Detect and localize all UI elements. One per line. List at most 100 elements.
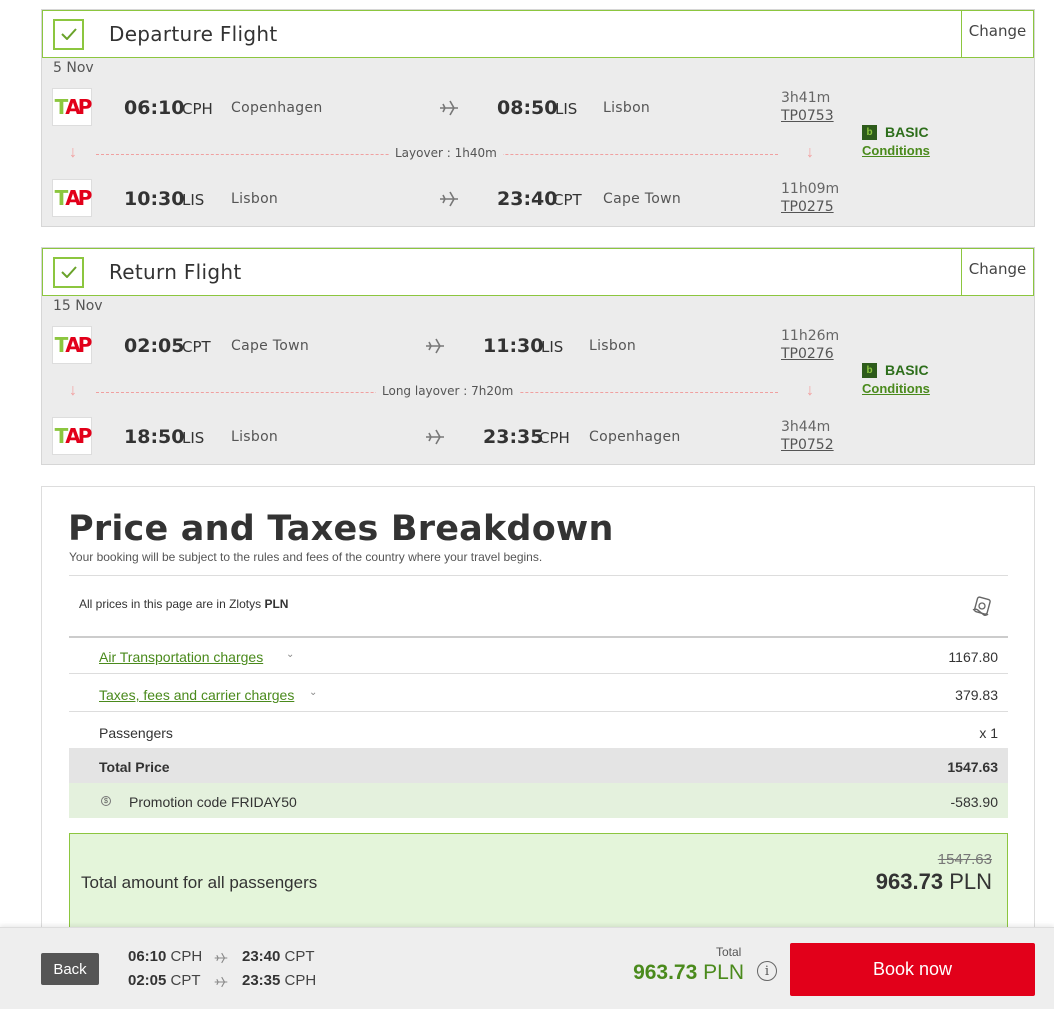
currency-code: PLN bbox=[264, 597, 289, 611]
plane-icon bbox=[440, 191, 458, 207]
chevron-down-icon[interactable]: ⌄ bbox=[309, 687, 317, 698]
currency-note-text: All prices in this page are in Zlotys bbox=[79, 597, 262, 611]
summary-code: CPH bbox=[284, 972, 317, 989]
departure-flight-block: Departure Flight Change 5 Nov TAP 06:10 … bbox=[41, 9, 1035, 227]
taxes-value: 379.83 bbox=[955, 687, 998, 703]
layover-duration: Long layover : 7h20m bbox=[376, 384, 520, 398]
summary-time: 23:40 bbox=[242, 948, 281, 965]
arrival-time: 08:50 bbox=[497, 97, 558, 119]
arrival-city: Copenhagen bbox=[589, 429, 681, 445]
chevron-down-icon[interactable]: ⌄ bbox=[286, 649, 294, 660]
arrival-city: Cape Town bbox=[603, 191, 682, 207]
price-row-promo: $ Promotion code FRIDAY50 -583.90 bbox=[69, 783, 1008, 818]
departure-time: 02:05 bbox=[124, 335, 185, 357]
return-flight-header: Return Flight Change bbox=[42, 248, 1034, 296]
return-flight-block: Return Flight Change 15 Nov TAP 02:05 CP… bbox=[41, 247, 1035, 465]
arrival-time: 23:40 bbox=[497, 188, 558, 210]
summary-time: 02:05 bbox=[128, 972, 167, 989]
promo-label: Promotion code FRIDAY50 bbox=[129, 794, 297, 810]
plane-icon bbox=[214, 952, 228, 964]
flight-number-link[interactable]: TP0752 bbox=[781, 437, 834, 453]
return-date: 15 Nov bbox=[53, 298, 103, 314]
fare-info: b BASIC Conditions bbox=[862, 362, 930, 396]
flight-segment: TAP 18:50 LIS Lisbon 23:35 CPH Copenhage… bbox=[42, 417, 1034, 457]
price-row-total: Total Price 1547.63 bbox=[69, 748, 1008, 783]
return-summary-arrival: 23:35 CPH bbox=[242, 972, 316, 989]
price-row-air-transport[interactable]: Air Transportation charges ⌄ 1167.80 bbox=[69, 638, 1008, 674]
departure-airport-code: CPT bbox=[182, 338, 211, 356]
departure-city: Cape Town bbox=[231, 338, 310, 354]
price-breakdown-panel: Price and Taxes Breakdown Your booking w… bbox=[41, 486, 1035, 947]
coin-icon: $ bbox=[101, 796, 111, 806]
arrow-down-icon: ↓ bbox=[69, 382, 77, 399]
price-breakdown-title: Price and Taxes Breakdown bbox=[68, 509, 614, 549]
flight-number-link[interactable]: TP0753 bbox=[781, 108, 834, 124]
flight-segment: TAP 10:30 LIS Lisbon 23:40 CPT Cape Town… bbox=[42, 179, 1034, 219]
back-button[interactable]: Back bbox=[41, 953, 99, 985]
summary-code: CPT bbox=[170, 972, 201, 989]
promo-value: -583.90 bbox=[950, 794, 998, 810]
flight-number-link[interactable]: TP0276 bbox=[781, 346, 834, 362]
departure-time: 18:50 bbox=[124, 426, 185, 448]
return-flight-title: Return Flight bbox=[109, 260, 242, 284]
book-now-button[interactable]: Book now bbox=[790, 943, 1035, 996]
price-breakdown-subtitle: Your booking will be subject to the rule… bbox=[69, 550, 543, 564]
money-icon[interactable] bbox=[970, 595, 994, 619]
departure-flight-title: Departure Flight bbox=[109, 22, 278, 46]
air-transport-link[interactable]: Air Transportation charges bbox=[99, 649, 263, 665]
currency-note: All prices in this page are in Zlotys PL… bbox=[79, 597, 288, 611]
layover-duration: Layover : 1h40m bbox=[389, 146, 503, 160]
fare-name: BASIC bbox=[885, 362, 929, 378]
departure-city: Lisbon bbox=[231, 429, 279, 445]
arrow-down-icon: ↓ bbox=[806, 382, 814, 399]
passengers-value: x 1 bbox=[979, 725, 998, 741]
tap-logo: TAP bbox=[52, 326, 92, 364]
departure-city: Lisbon bbox=[231, 191, 279, 207]
outbound-summary: 06:10 CPH bbox=[128, 948, 202, 965]
check-icon bbox=[53, 18, 84, 50]
change-departure-button[interactable]: Change bbox=[961, 10, 1034, 58]
arrow-down-icon: ↓ bbox=[69, 144, 77, 161]
total-price-value: 1547.63 bbox=[947, 759, 998, 775]
fare-name: BASIC bbox=[885, 124, 929, 140]
new-total-currency: PLN bbox=[949, 869, 992, 894]
passengers-label: Passengers bbox=[99, 725, 173, 741]
tap-logo: TAP bbox=[52, 417, 92, 455]
flight-duration: 3h44m bbox=[781, 419, 831, 435]
summary-time: 06:10 bbox=[128, 948, 167, 965]
tap-logo: TAP bbox=[52, 88, 92, 126]
flight-number-link[interactable]: TP0275 bbox=[781, 199, 834, 215]
taxes-link[interactable]: Taxes, fees and carrier charges bbox=[99, 687, 294, 703]
plane-icon bbox=[426, 338, 444, 354]
check-icon bbox=[53, 256, 84, 288]
departure-flight-header: Departure Flight Change bbox=[42, 10, 1034, 58]
plane-icon bbox=[440, 100, 458, 116]
fare-class-icon: b bbox=[862, 362, 877, 378]
arrival-airport-code: LIS bbox=[541, 338, 564, 356]
old-total: 1547.63 bbox=[937, 851, 992, 868]
fare-class-icon: b bbox=[862, 124, 877, 140]
departure-date: 5 Nov bbox=[53, 60, 94, 76]
conditions-link[interactable]: Conditions bbox=[862, 381, 930, 396]
plane-icon bbox=[214, 976, 228, 988]
departure-airport-code: CPH bbox=[182, 100, 213, 118]
air-transport-value: 1167.80 bbox=[948, 649, 998, 665]
summary-code: CPH bbox=[170, 948, 203, 965]
flight-duration: 11h26m bbox=[781, 328, 840, 344]
new-total-value: 963.73 bbox=[875, 869, 944, 894]
departure-city: Copenhagen bbox=[231, 100, 323, 116]
total-label: Total bbox=[716, 945, 742, 959]
tap-logo: TAP bbox=[52, 179, 92, 217]
info-icon[interactable]: i bbox=[757, 961, 777, 981]
flight-duration: 11h09m bbox=[781, 181, 840, 197]
price-row-taxes[interactable]: Taxes, fees and carrier charges ⌄ 379.83 bbox=[69, 676, 1008, 712]
total-amount: 963.73 PLN bbox=[633, 961, 744, 985]
departure-time: 06:10 bbox=[124, 97, 185, 119]
conditions-link[interactable]: Conditions bbox=[862, 143, 930, 158]
summary-code: CPT bbox=[284, 948, 315, 965]
outbound-summary-arrival: 23:40 CPT bbox=[242, 948, 315, 965]
arrival-city: Lisbon bbox=[589, 338, 637, 354]
fare-info: b BASIC Conditions bbox=[862, 124, 930, 158]
change-return-button[interactable]: Change bbox=[961, 248, 1034, 296]
total-amount-label: Total amount for all passengers bbox=[81, 873, 318, 892]
